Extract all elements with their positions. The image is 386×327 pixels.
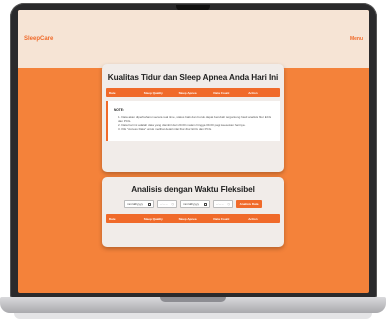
today-sleep-card: Kualitas Tidur dan Sleep Apnea Anda Hari… — [102, 64, 284, 172]
note-title: NOTE: — [114, 108, 124, 112]
column-date: Date — [109, 216, 116, 221]
flexible-analysis-card: Analisis dengan Waktu Fleksibel mm/dd/yy… — [102, 177, 284, 247]
end-date-placeholder: mm/dd/yyyy — [183, 202, 200, 206]
calendar-icon[interactable] — [204, 202, 207, 206]
column-data-count: Data Count — [213, 216, 230, 221]
start-date-input[interactable]: mm/dd/yyyy — [124, 200, 154, 208]
start-time-input[interactable]: --:-- -- ◷ — [157, 200, 177, 208]
table-header: Date Sleep Quality Sleep Apnea Data Coun… — [106, 88, 280, 97]
table-header: Date Sleep Quality Sleep Apnea Data Coun… — [106, 214, 280, 223]
column-date: Date — [109, 90, 116, 95]
note-item: 1. Data akan diperbaharui secara real ti… — [118, 115, 272, 123]
laptop-base-groove — [160, 297, 226, 302]
column-action: Action — [248, 216, 258, 221]
column-sleep-apnea: Sleep Apnea — [178, 90, 197, 95]
date-filter: mm/dd/yyyy --:-- -- ◷ mm/dd/yyyy --:-- -… — [102, 200, 284, 208]
column-data-count: Data Count — [213, 90, 230, 95]
card-title: Kualitas Tidur dan Sleep Apnea Anda Hari… — [107, 73, 279, 82]
end-time-input[interactable]: --:-- -- ◷ — [213, 200, 233, 208]
clock-icon: ◷ — [227, 202, 230, 206]
start-date-placeholder: mm/dd/yyyy — [127, 202, 144, 206]
laptop-mockup: SleepCare Menu Kualitas Tidur dan Sleep … — [0, 0, 386, 327]
column-action: Action — [248, 90, 258, 95]
column-sleep-quality: Sleep Quality — [143, 90, 163, 95]
note-item: 3. Klik "Access Data" untuk melihat deta… — [118, 127, 213, 131]
menu-button[interactable]: Menu — [350, 36, 363, 42]
end-date-input[interactable]: mm/dd/yyyy — [180, 200, 210, 208]
start-time-placeholder: --:-- -- — [160, 202, 168, 206]
brand-logo[interactable]: SleepCare — [24, 36, 53, 42]
laptop-base-shadow — [14, 313, 372, 319]
calendar-icon[interactable] — [148, 202, 151, 206]
navbar: SleepCare Menu — [18, 10, 369, 68]
analyze-data-button[interactable]: Analisis Data — [236, 200, 262, 208]
end-time-placeholder: --:-- -- — [216, 202, 224, 206]
column-sleep-apnea: Sleep Apnea — [178, 216, 197, 221]
clock-icon: ◷ — [171, 202, 174, 206]
app-screen: SleepCare Menu Kualitas Tidur dan Sleep … — [18, 10, 369, 293]
note-box: NOTE: 1. Data akan diperbaharui secara r… — [106, 101, 280, 141]
card-title: Analisis dengan Waktu Fleksibel — [131, 185, 255, 194]
column-sleep-quality: Sleep Quality — [143, 216, 163, 221]
